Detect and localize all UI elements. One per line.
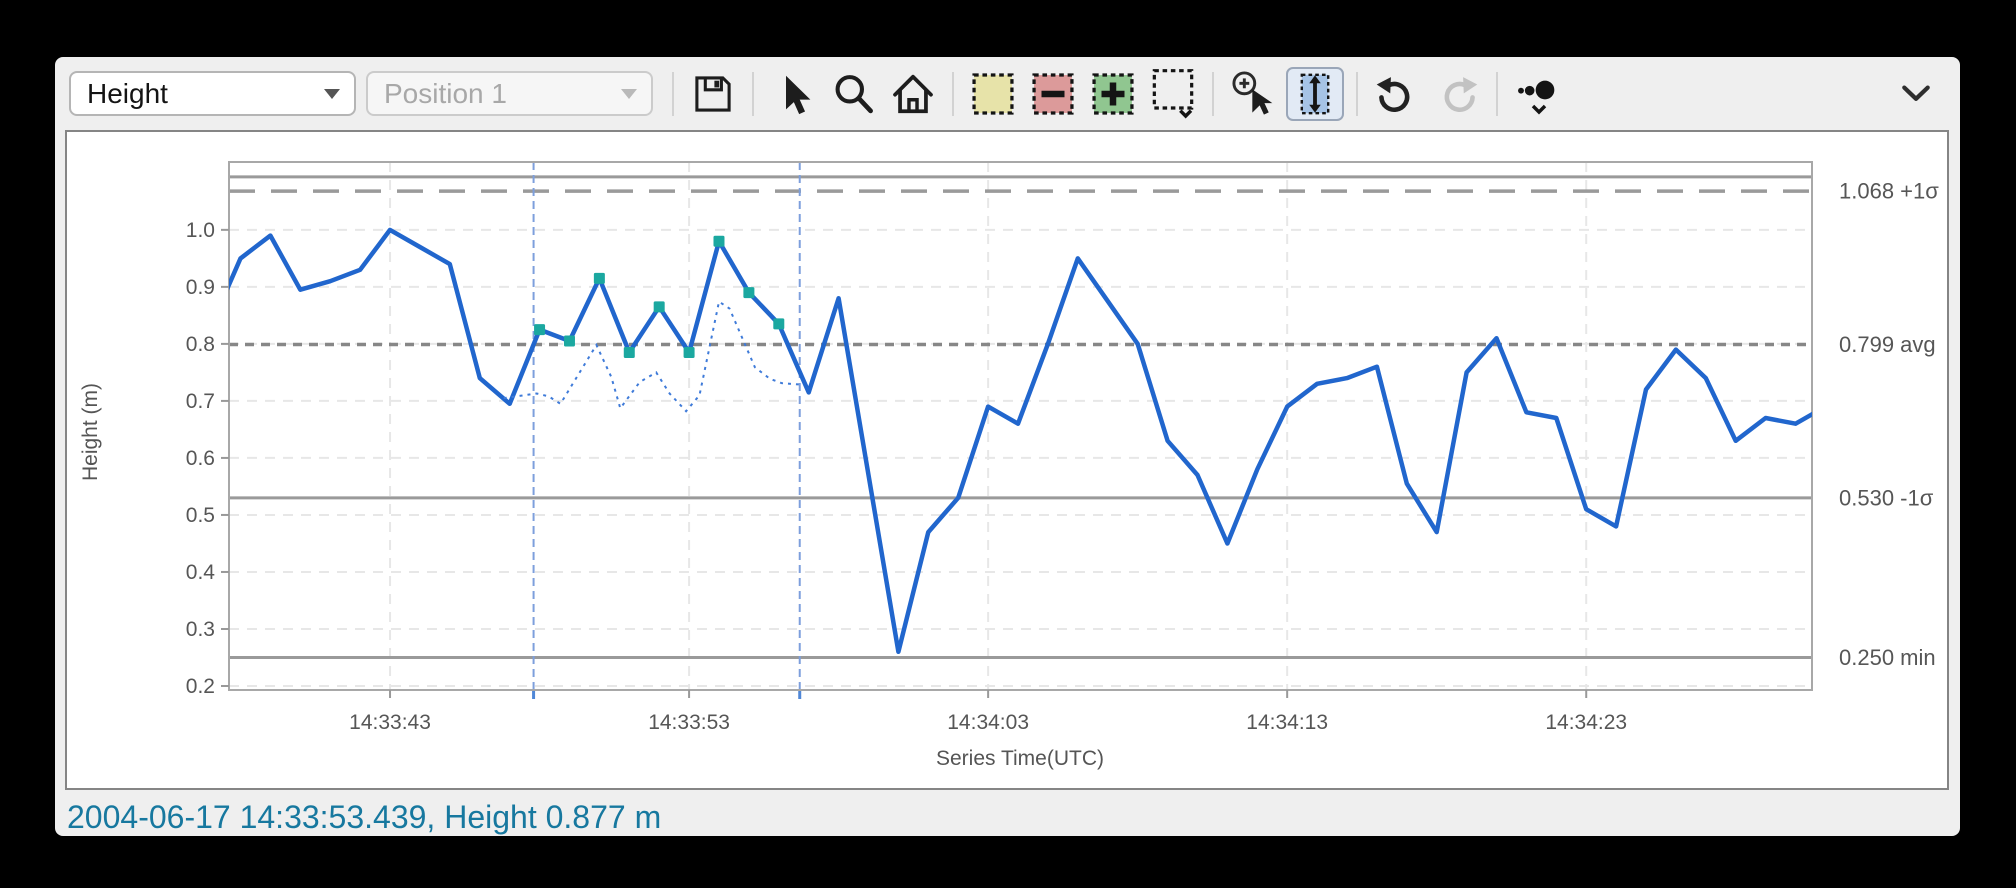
- region-highlight-button[interactable]: [966, 67, 1020, 121]
- data-point-marker: [534, 324, 546, 336]
- data-point-marker: [653, 301, 665, 313]
- y-tick-label: 0.4: [186, 561, 216, 584]
- y-tick-label: 1.0: [186, 219, 215, 242]
- reference-line-label: 1.068 +1σ: [1839, 179, 1939, 204]
- data-point-marker: [563, 335, 575, 347]
- selection-box-yellow-icon: [972, 72, 1014, 115]
- data-point-marker: [593, 272, 605, 284]
- y-tick-label: 0.8: [186, 333, 215, 356]
- save-button[interactable]: [686, 67, 740, 121]
- x-tick-label: 14:33:53: [648, 711, 730, 734]
- data-point-marker: [713, 235, 725, 247]
- zoom-button[interactable]: [826, 67, 880, 121]
- data-point-marker: [743, 287, 755, 299]
- status-bar: 2004-06-17 14:33:53.439, Height 0.877 m: [67, 799, 661, 836]
- chevron-down-icon: [1902, 85, 1930, 101]
- position-dropdown-value: Position 1: [384, 77, 507, 109]
- chevron-down-icon: [621, 88, 637, 99]
- data-point-marker: [623, 346, 635, 358]
- y-tick-label: 0.3: [186, 618, 215, 641]
- y-tick-label: 0.9: [186, 276, 215, 299]
- chevron-down-icon: [324, 88, 340, 99]
- selection-box-minus-icon: [1032, 72, 1074, 115]
- reference-line-label: 0.799 avg: [1839, 332, 1936, 357]
- chart-canvas[interactable]: 1.068 +1σ 0.799 avg 0.530 -1σ 0.250 min 1.0 0…: [67, 132, 1947, 788]
- toolbar-separator: [752, 71, 754, 116]
- series-dropdown[interactable]: Height: [69, 71, 356, 116]
- save-icon: [695, 75, 731, 112]
- chart-panel[interactable]: 1.068 +1σ 0.799 avg 0.530 -1σ 0.250 min 1.0 0…: [65, 130, 1949, 790]
- toolbar: Height Position 1: [55, 57, 1960, 130]
- selection-box-plus-icon: [1092, 72, 1134, 115]
- x-axis-title: Series Time(UTC): [935, 747, 1105, 770]
- x-tick-label: 14:34:03: [947, 711, 1029, 734]
- y-tick-label: 0.6: [186, 447, 215, 470]
- series-dropdown-value: Height: [87, 77, 168, 109]
- reference-line-label: 0.530 -1σ: [1839, 485, 1934, 510]
- toolbar-separator: [1356, 71, 1358, 116]
- status-text: 2004-06-17 14:33:53.439, Height 0.877 m: [67, 799, 662, 835]
- toolbar-separator: [1212, 71, 1214, 116]
- pointer-select-button[interactable]: [766, 67, 820, 121]
- collapse-toolbar-button[interactable]: [1889, 67, 1943, 121]
- selection-box-empty-icon: [1152, 68, 1194, 118]
- redo-button[interactable]: [1430, 67, 1484, 121]
- zoom-plus-cursor-icon: [1232, 70, 1273, 115]
- fit-vertical-button[interactable]: [1286, 66, 1344, 121]
- reference-line-label: 0.250 min: [1839, 645, 1936, 670]
- point-decimation-button[interactable]: [1510, 67, 1564, 121]
- redo-icon: [1444, 76, 1478, 112]
- x-tick-label: 14:33:43: [349, 711, 431, 734]
- plot-border: [228, 161, 1813, 691]
- y-axis-title: Height (m): [79, 382, 102, 482]
- y-tick-label: 0.7: [186, 390, 215, 413]
- x-tick-label: 14:34:23: [1545, 711, 1627, 734]
- undo-icon: [1376, 76, 1410, 112]
- data-point-marker: [683, 346, 695, 358]
- y-tick-label: 0.2: [186, 675, 215, 698]
- region-add-button[interactable]: [1086, 67, 1140, 121]
- region-subtract-button[interactable]: [1026, 67, 1080, 121]
- cursor-arrow-icon: [786, 75, 811, 114]
- main-series-line: [229, 227, 1812, 655]
- position-dropdown[interactable]: Position 1: [366, 71, 653, 116]
- data-point-marker: [773, 318, 785, 330]
- toolbar-separator: [952, 71, 954, 116]
- toolbar-separator: [672, 71, 674, 116]
- app-window: Height Position 1 1.068 +1σ 0.799 avg 0.…: [55, 57, 1960, 836]
- dots-size-icon: [1518, 80, 1555, 114]
- undo-button[interactable]: [1370, 67, 1424, 121]
- home-icon: [893, 74, 933, 113]
- magnifier-icon: [835, 74, 873, 113]
- y-tick-label: 0.5: [186, 504, 215, 527]
- home-button[interactable]: [886, 67, 940, 121]
- toolbar-separator: [1496, 71, 1498, 116]
- region-clear-button[interactable]: [1146, 67, 1200, 121]
- zoom-in-drag-button[interactable]: [1226, 67, 1280, 121]
- x-tick-label: 14:34:13: [1246, 711, 1328, 734]
- fit-vertical-icon: [1300, 73, 1330, 114]
